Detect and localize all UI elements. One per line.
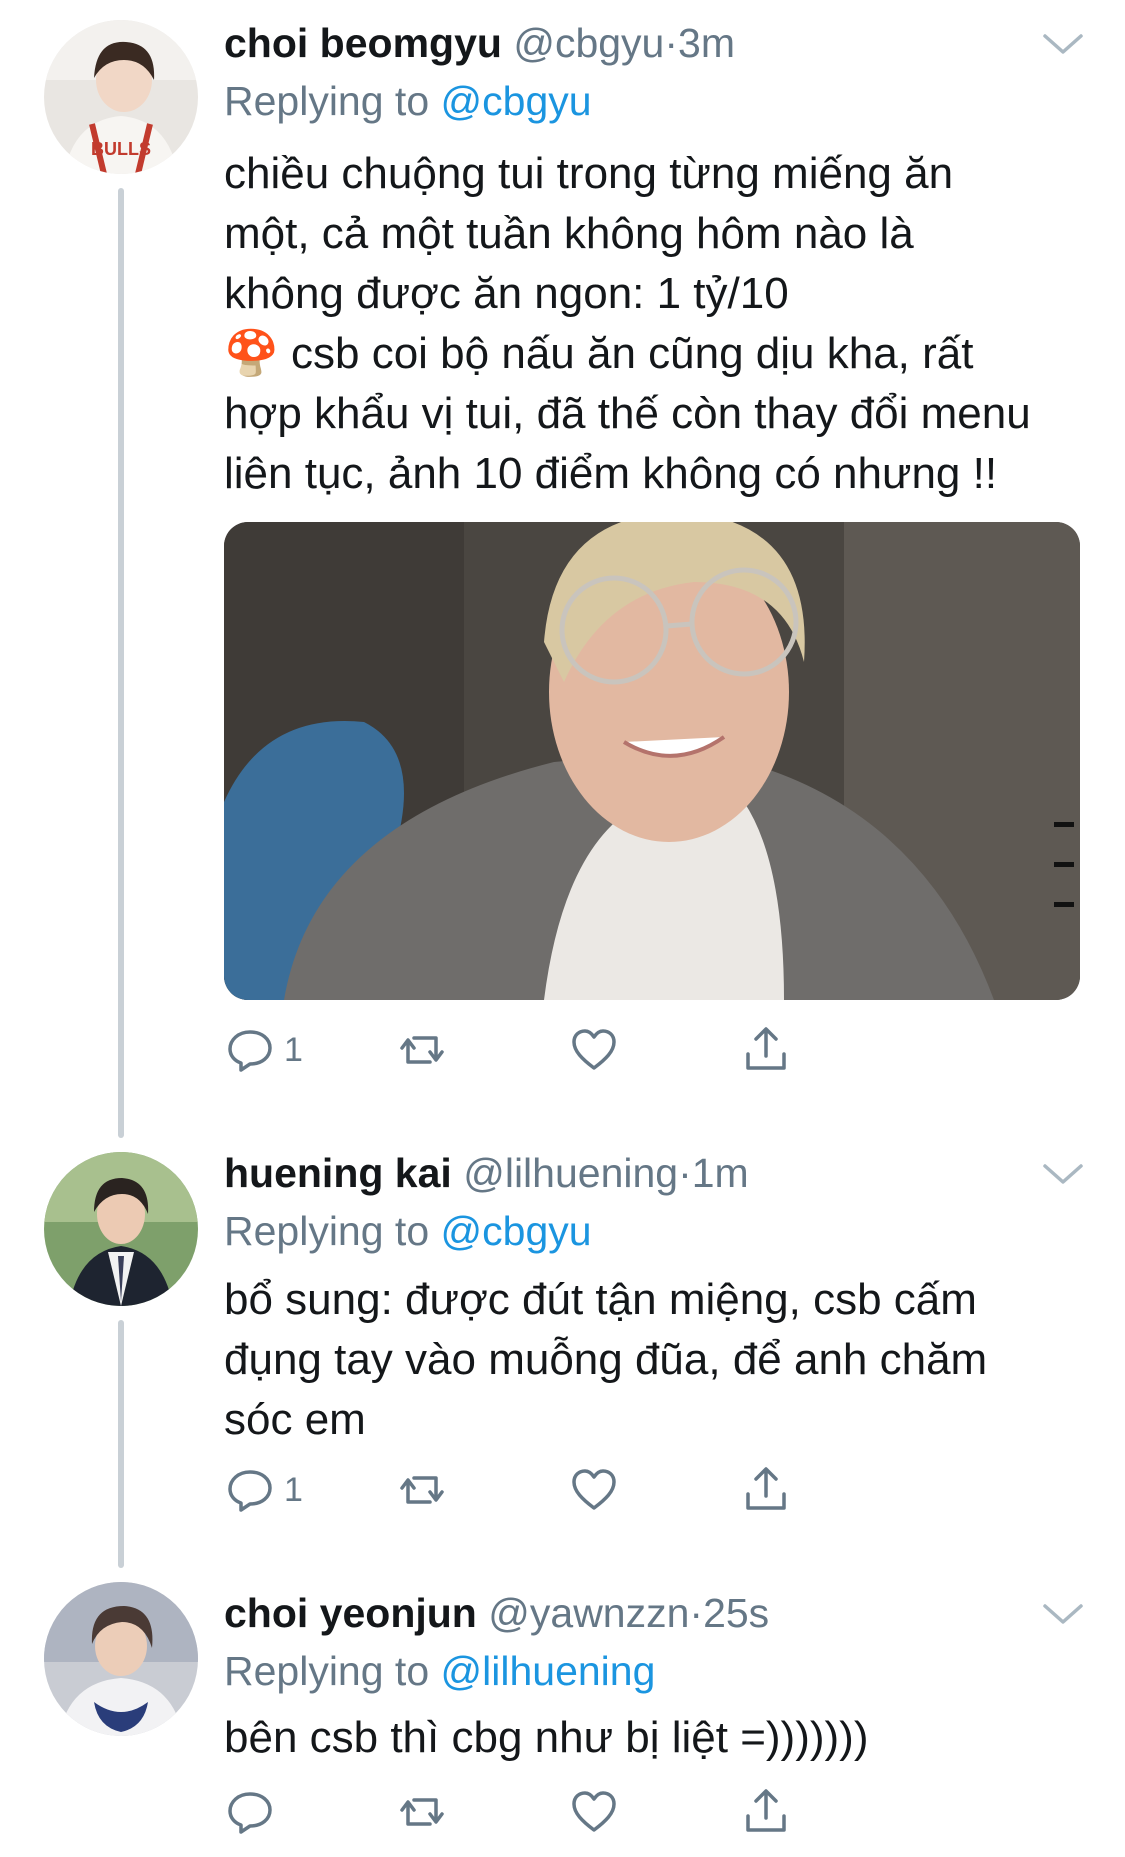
tweet-header: choi yeonjun @yawnzzn·25s (224, 1588, 1055, 1638)
separator-dot: · (678, 1150, 692, 1196)
like-button[interactable] (568, 1460, 620, 1520)
timestamp[interactable]: 25s (703, 1590, 769, 1636)
chevron-down-icon[interactable] (1041, 1600, 1085, 1630)
retweet-button[interactable] (396, 1782, 448, 1842)
share-icon (746, 1027, 786, 1070)
tweet-header: huening kai @lilhuening·1m (224, 1148, 1055, 1198)
replying-to-label: Replying to (224, 1648, 441, 1694)
avatar[interactable] (44, 1152, 198, 1306)
thread-line (118, 1320, 124, 1568)
reply-icon (228, 1470, 272, 1512)
like-icon (572, 1791, 616, 1832)
share-button[interactable] (740, 1020, 792, 1080)
replying-to-mention[interactable]: @lilhuening (441, 1648, 656, 1694)
avatar[interactable]: BULLS (44, 20, 198, 174)
user-handle[interactable]: @cbgyu (513, 20, 664, 66)
tweet-actions: 1 (224, 1460, 924, 1520)
share-icon (746, 1467, 786, 1510)
replying-to: Replying to @cbgyu (224, 76, 592, 126)
like-icon (572, 1029, 616, 1070)
reply-button[interactable]: 1 (224, 1460, 303, 1520)
thread-line (118, 188, 124, 1138)
tweet-header: choi beomgyu @cbgyu·3m (224, 18, 1055, 68)
replying-to: Replying to @cbgyu (224, 1206, 592, 1256)
retweet-icon (400, 1798, 444, 1826)
replying-to-label: Replying to (224, 78, 441, 124)
user-handle[interactable]: @lilhuening (463, 1150, 678, 1196)
reply-icon (228, 1030, 272, 1072)
chevron-down-icon[interactable] (1041, 30, 1085, 60)
like-button[interactable] (568, 1782, 620, 1842)
reply-button[interactable]: 1 (224, 1020, 303, 1080)
timestamp[interactable]: 1m (692, 1150, 749, 1196)
like-button[interactable] (568, 1020, 620, 1080)
tweet-actions: 1 (224, 1020, 924, 1080)
display-name[interactable]: choi yeonjun (224, 1590, 477, 1636)
chevron-down-icon[interactable] (1041, 1160, 1085, 1190)
tweet-text: bổ sung: được đút tận miệng, csb cấm đụn… (224, 1275, 988, 1444)
tweet-2[interactable]: huening kai @lilhuening·1m Replying to @… (0, 1130, 1125, 1570)
replying-to-mention[interactable]: @cbgyu (441, 1208, 592, 1254)
reply-icon (228, 1792, 272, 1834)
display-name[interactable]: huening kai (224, 1150, 452, 1196)
tweet-1[interactable]: BULLS choi beomgyu @cbgyu·3m Replying to… (0, 0, 1125, 1138)
display-name[interactable]: choi beomgyu (224, 20, 502, 66)
reply-count: 1 (284, 1470, 303, 1509)
share-button[interactable] (740, 1460, 792, 1520)
retweet-button[interactable] (396, 1460, 448, 1520)
reply-button[interactable] (224, 1782, 284, 1842)
share-button[interactable] (740, 1782, 792, 1842)
user-handle[interactable]: @yawnzzn (488, 1590, 689, 1636)
tweet-text: bên csb thì cbg như bị liệt =))))))) (224, 1713, 869, 1762)
tweet-media[interactable] (224, 522, 1080, 1000)
like-icon (572, 1469, 616, 1510)
separator-dot: · (689, 1590, 704, 1636)
avatar[interactable] (44, 1582, 198, 1736)
retweet-icon (400, 1036, 444, 1064)
retweet-icon (400, 1476, 444, 1504)
replying-to-mention[interactable]: @cbgyu (441, 78, 592, 124)
separator-dot: · (664, 20, 679, 66)
retweet-button[interactable] (396, 1020, 448, 1080)
share-icon (746, 1789, 786, 1832)
tweet-actions (224, 1782, 924, 1842)
timestamp[interactable]: 3m (678, 20, 735, 66)
replying-to: Replying to @lilhuening (224, 1646, 655, 1696)
svg-text:BULLS: BULLS (91, 139, 151, 159)
tweet-text: chiều chuộng tui trong từng miếng ăn một… (224, 149, 1031, 498)
reply-count: 1 (284, 1030, 303, 1069)
tweet-3[interactable]: choi yeonjun @yawnzzn·25s Replying to @l… (0, 1570, 1125, 1857)
replying-to-label: Replying to (224, 1208, 441, 1254)
